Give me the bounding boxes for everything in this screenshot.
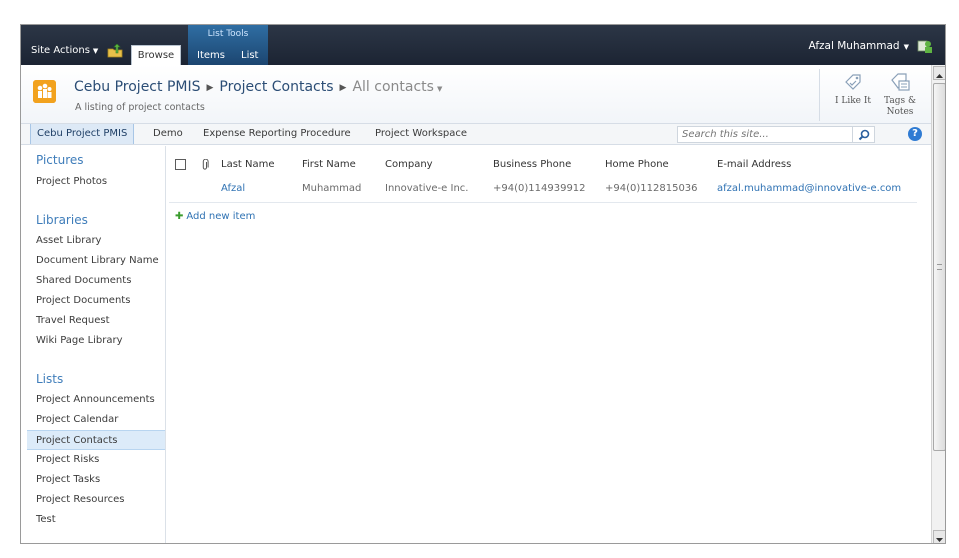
ql-item-project-documents[interactable]: Project Documents [27, 291, 165, 311]
search-button[interactable] [853, 126, 875, 143]
top-nav-cebu-project-pmis[interactable]: Cebu Project PMIS [30, 124, 135, 144]
cell-first-name: Muhammad [302, 183, 362, 194]
ql-item-project-risks[interactable]: Project Risks [27, 450, 165, 470]
ql-heading-lists[interactable]: Lists [36, 372, 63, 386]
top-nav-project-workspace[interactable]: Project Workspace [375, 124, 467, 144]
scroll-thumb[interactable] [933, 83, 945, 451]
top-nav-demo[interactable]: Demo [153, 124, 183, 144]
view-selector[interactable]: All contacts ▼ [352, 79, 442, 95]
like-tag-icon [845, 74, 861, 90]
breadcrumb-site[interactable]: Cebu Project PMIS [74, 79, 201, 95]
column-header-last-name[interactable]: Last Name [221, 159, 275, 170]
scroll-down-button[interactable] [933, 530, 945, 543]
cell-company: Innovative-e Inc. [385, 183, 469, 194]
breadcrumb-list[interactable]: Project Contacts [219, 79, 333, 95]
select-all-checkbox[interactable] [175, 159, 186, 170]
list-tools-label: List Tools [207, 29, 249, 39]
user-menu[interactable]: Afzal Muhammad ▼ [809, 40, 909, 52]
row-divider [169, 202, 917, 203]
ql-item-test[interactable]: Test [27, 510, 165, 530]
column-header-home-phone[interactable]: Home Phone [605, 159, 669, 170]
breadcrumb-arrow-icon: ▶ [339, 83, 347, 93]
i-like-it-button[interactable]: I Like It [831, 71, 875, 107]
ql-item-project-calendar[interactable]: Project Calendar [27, 410, 165, 430]
view-selector-label: All contacts [352, 79, 434, 95]
tab-browse[interactable]: Browse [131, 45, 181, 65]
vertical-scrollbar[interactable] [931, 65, 945, 543]
site-actions-label: Site Actions [31, 45, 90, 56]
list-view: Last Name First Name Company Business Ph… [167, 146, 931, 543]
tags-notes-icon [891, 73, 910, 91]
cell-email[interactable]: afzal.muhammad@innovative-e.com [717, 183, 901, 194]
chevron-down-icon: ▼ [436, 85, 443, 93]
ql-item-project-photos[interactable]: Project Photos [27, 172, 165, 192]
tab-items[interactable]: Items [197, 50, 225, 61]
ql-item-document-library-name[interactable]: Document Library Name [27, 251, 165, 271]
ql-heading-pictures[interactable]: Pictures [36, 153, 84, 167]
column-header-company[interactable]: Company [385, 159, 433, 170]
cell-home-phone: +94(0)112815036 [605, 183, 698, 194]
plus-icon: ✚ [175, 211, 184, 222]
ql-item-shared-documents[interactable]: Shared Documents [27, 271, 165, 291]
column-header-first-name[interactable]: First Name [302, 159, 356, 170]
column-header-business-phone[interactable]: Business Phone [493, 159, 571, 170]
breadcrumb: Cebu Project PMIS ▶ Project Contacts ▶ All c… [74, 79, 442, 95]
tags-notes-button[interactable]: Tags & Notes [879, 71, 921, 118]
browser-frame: Site Actions ▼ Browse List Tools Items Li… [20, 24, 946, 544]
add-new-item-link[interactable]: ✚ Add new item [175, 211, 255, 222]
breadcrumb-arrow-icon: ▶ [206, 83, 214, 93]
ql-item-project-contacts[interactable]: Project Contacts [27, 430, 165, 450]
search-input[interactable] [677, 126, 853, 143]
divider [819, 69, 820, 121]
cell-business-phone: +94(0)114939912 [493, 183, 586, 194]
chevron-up-icon [936, 74, 943, 78]
tab-list[interactable]: List [241, 50, 258, 61]
tags-notes-label-line2: Notes [886, 107, 914, 117]
add-new-item-label: Add new item [186, 211, 256, 222]
quick-launch: Pictures Project Photos Libraries Asset … [21, 146, 166, 543]
title-area: Cebu Project PMIS ▶ Project Contacts ▶ All c… [21, 65, 945, 123]
ql-item-project-announcements[interactable]: Project Announcements [27, 390, 165, 410]
search-icon [858, 129, 870, 141]
chevron-down-icon [936, 538, 943, 542]
tags-notes-label-line1: Tags & [884, 96, 916, 106]
user-name-label: Afzal Muhammad [808, 40, 900, 52]
site-logo-icon[interactable] [33, 80, 56, 103]
attachment-icon [202, 159, 209, 170]
column-header-email[interactable]: E-mail Address [717, 159, 791, 170]
scroll-up-button[interactable] [933, 66, 945, 80]
ql-item-wiki-page-library[interactable]: Wiki Page Library [27, 331, 165, 351]
site-actions-menu[interactable]: Site Actions ▼ [31, 45, 98, 56]
ql-item-project-resources[interactable]: Project Resources [27, 490, 165, 510]
chevron-down-icon: ▼ [903, 43, 909, 51]
ribbon: Site Actions ▼ Browse List Tools Items Li… [21, 25, 945, 65]
navigate-up-icon[interactable] [107, 44, 123, 58]
i-like-it-label: I Like It [834, 96, 872, 106]
list-tools-group: List Tools Items List [188, 25, 268, 65]
cell-last-name[interactable]: Afzal [221, 183, 245, 194]
scroll-grip [937, 264, 942, 270]
top-nav-expense-reporting[interactable]: Expense Reporting Procedure [203, 124, 351, 144]
ql-item-project-tasks[interactable]: Project Tasks [27, 470, 165, 490]
help-icon[interactable]: ? [908, 127, 922, 141]
top-navigation: Cebu Project PMIS Demo Expense Reporting… [21, 123, 931, 145]
ql-item-asset-library[interactable]: Asset Library [27, 231, 165, 251]
page-description: A listing of project contacts [75, 102, 205, 113]
chevron-down-icon: ▼ [92, 47, 99, 55]
ql-item-travel-request[interactable]: Travel Request [27, 311, 165, 331]
ql-heading-libraries[interactable]: Libraries [36, 213, 88, 227]
user-presence-icon[interactable] [917, 38, 933, 54]
